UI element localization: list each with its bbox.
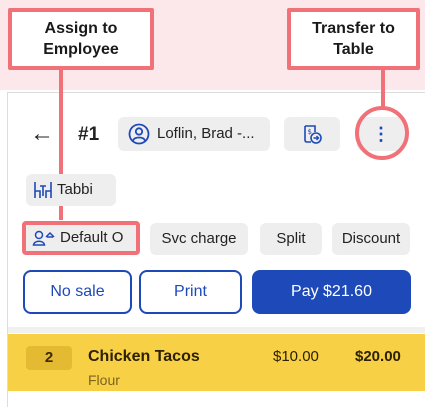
order-number: #1 xyxy=(78,124,100,145)
item-modifier: Flour xyxy=(88,372,120,388)
item-unit-price: $10.00 xyxy=(273,348,319,365)
section-divider xyxy=(8,327,425,333)
guest-label: Default O xyxy=(60,229,124,246)
callout-line-2: Employee xyxy=(43,41,119,58)
back-arrow-icon[interactable]: ← xyxy=(30,122,54,146)
assign-to-employee-callout: Assign to Employee xyxy=(8,8,154,70)
table-name: Tabbi xyxy=(57,181,93,198)
item-total: $20.00 xyxy=(355,348,401,365)
callout-line-1: Assign to xyxy=(44,20,118,37)
transfer-to-table-callout: Transfer to Table xyxy=(287,8,420,70)
guest-chip[interactable]: Default O xyxy=(22,221,140,255)
split-button[interactable]: Split xyxy=(260,223,322,255)
card-transfer-button[interactable]: $ xyxy=(284,117,340,151)
svc-charge-button[interactable]: Svc charge xyxy=(150,223,248,255)
no-sale-button[interactable]: No sale xyxy=(23,270,132,314)
callout-line-2: Table xyxy=(333,41,374,58)
item-quantity: 2 xyxy=(26,346,72,370)
table-chairs-icon xyxy=(32,180,54,200)
transfer-connector-line xyxy=(381,70,385,110)
person-circle-icon xyxy=(128,123,150,145)
table-row[interactable]: 2 Chicken Tacos Flour $10.00 $20.00 xyxy=(8,334,425,391)
item-name: Chicken Tacos xyxy=(88,348,200,365)
card-transfer-icon: $ xyxy=(301,123,323,145)
guests-icon xyxy=(32,228,56,248)
callout-line-1: Transfer to xyxy=(312,20,395,37)
employee-chip[interactable]: Loflin, Brad -... xyxy=(118,117,270,151)
table-chip[interactable]: Tabbi xyxy=(26,174,116,206)
print-button[interactable]: Print xyxy=(139,270,242,314)
pay-button[interactable]: Pay $21.60 xyxy=(252,270,411,314)
discount-button[interactable]: Discount xyxy=(332,223,410,255)
employee-name: Loflin, Brad -... xyxy=(157,125,255,142)
more-options-highlight xyxy=(355,106,409,160)
